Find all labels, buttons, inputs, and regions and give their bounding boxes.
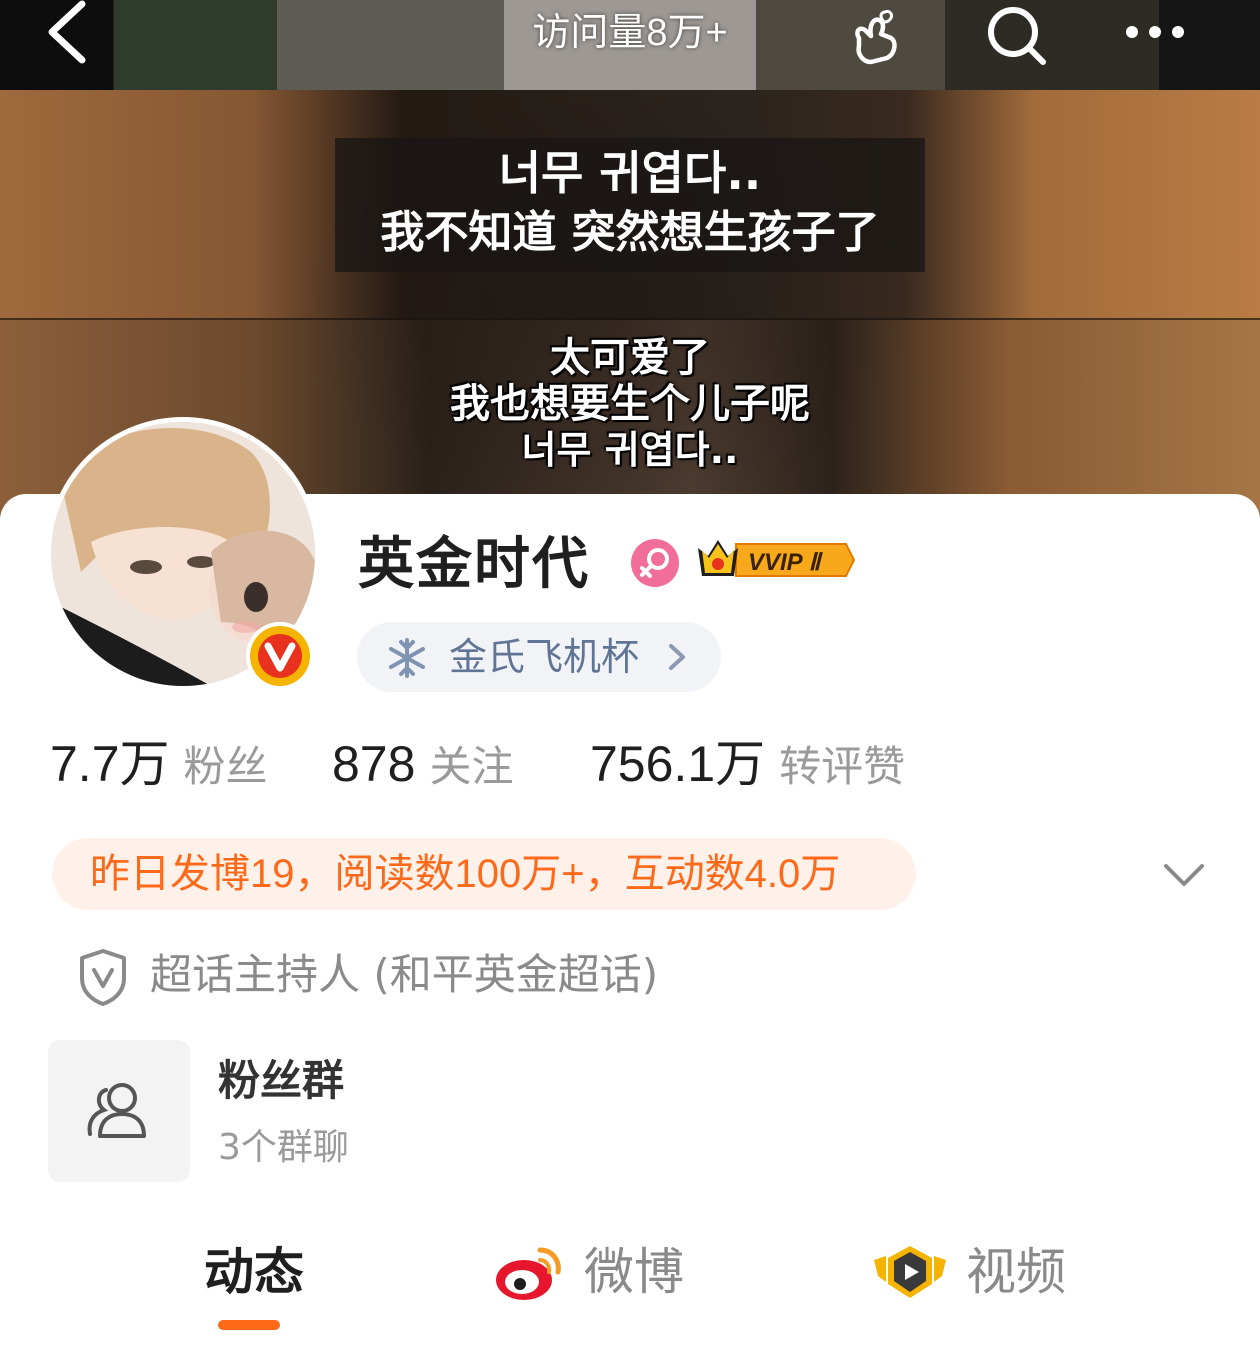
stat-followers-label: 粉丝 <box>183 743 268 790</box>
more-button[interactable] <box>1120 14 1190 54</box>
fan-group-card[interactable]: 粉丝群 3个群聊 <box>48 1040 648 1182</box>
video-play-icon <box>874 1246 946 1298</box>
tab-weibo-label: 微博 <box>584 1243 684 1301</box>
cover-caption-chinese: 我不知道 突然想生孩子了 <box>380 207 880 258</box>
stat-following-value: 878 <box>332 736 416 792</box>
fan-group-icon-box <box>48 1040 190 1182</box>
more-dots-icon <box>1126 26 1184 38</box>
chevron-down-icon <box>1164 864 1204 886</box>
search-icon <box>988 7 1046 65</box>
tag-chip[interactable]: 金氏飞机杯 <box>357 622 721 692</box>
cover-caption-korean: 너무 귀엽다.. <box>498 146 762 200</box>
tag-chip-label: 金氏飞机杯 <box>449 635 640 679</box>
cover-caption-line-1: 太可爱了 <box>550 335 710 381</box>
snowflake-icon <box>389 638 425 678</box>
stat-following[interactable]: 878 关注 <box>332 732 513 799</box>
active-tab-indicator <box>218 1320 280 1330</box>
tab-video-label: 视频 <box>966 1243 1066 1301</box>
vvip-badge[interactable]: VVIP Ⅱ <box>696 536 856 584</box>
profile-name: 英金时代 <box>358 532 590 597</box>
cover-caption-top: 너무 귀엽다.. 我不知道 突然想生孩子了 <box>335 138 925 272</box>
tab-dynamic-label: 动态 <box>204 1243 304 1301</box>
stat-engagement[interactable]: 756.1万 转评赞 <box>590 732 905 799</box>
top-bar: 访问量8万+ <box>0 0 1260 80</box>
female-gender-icon <box>630 538 680 588</box>
fan-group-subtitle: 3个群聊 <box>218 1127 349 1168</box>
expand-button[interactable] <box>1160 858 1208 892</box>
activity-summary-text: 昨日发博19，阅读数100万+，互动数4.0万 <box>90 852 841 896</box>
cover-caption-bottom: 太可爱了 我也想要生个儿子呢 너무 귀엽다.. <box>360 335 900 473</box>
vvip-label: VVIP Ⅱ <box>748 549 823 576</box>
profile-tabs: 动态 微博 视频 <box>0 1230 1260 1349</box>
fan-group-title: 粉丝群 <box>218 1056 345 1105</box>
stat-followers[interactable]: 7.7万 粉丝 <box>50 732 268 799</box>
finger-heart-button[interactable] <box>845 8 905 68</box>
crown-icon: VVIP Ⅱ <box>698 540 856 577</box>
stat-following-label: 关注 <box>429 743 514 790</box>
activity-summary[interactable]: 昨日发博19，阅读数100万+，互动数4.0万 <box>52 838 916 910</box>
stat-followers-value: 7.7万 <box>50 736 170 792</box>
search-button[interactable] <box>985 4 1049 68</box>
tab-dynamic[interactable]: 动态 <box>204 1240 304 1320</box>
page-title: 访问量8万+ <box>532 12 728 54</box>
super-topic-host-text: 超话主持人 (和平英金超话) <box>150 950 659 999</box>
group-users-icon <box>87 1083 146 1138</box>
verified-v-icon <box>246 622 314 690</box>
stat-engagement-value: 756.1万 <box>590 736 766 792</box>
cover-caption-line-2: 我也想要生个儿子呢 <box>450 381 810 427</box>
verified-badge <box>244 620 316 692</box>
back-arrow-icon <box>48 0 86 64</box>
shield-icon <box>80 949 126 1006</box>
weibo-icon <box>496 1247 561 1300</box>
stat-engagement-label: 转评赞 <box>779 743 906 790</box>
cover-caption-line-3: 너무 귀엽다.. <box>521 428 739 472</box>
chevron-right-icon <box>669 644 685 670</box>
finger-heart-icon <box>855 10 897 65</box>
back-button[interactable] <box>40 0 100 70</box>
